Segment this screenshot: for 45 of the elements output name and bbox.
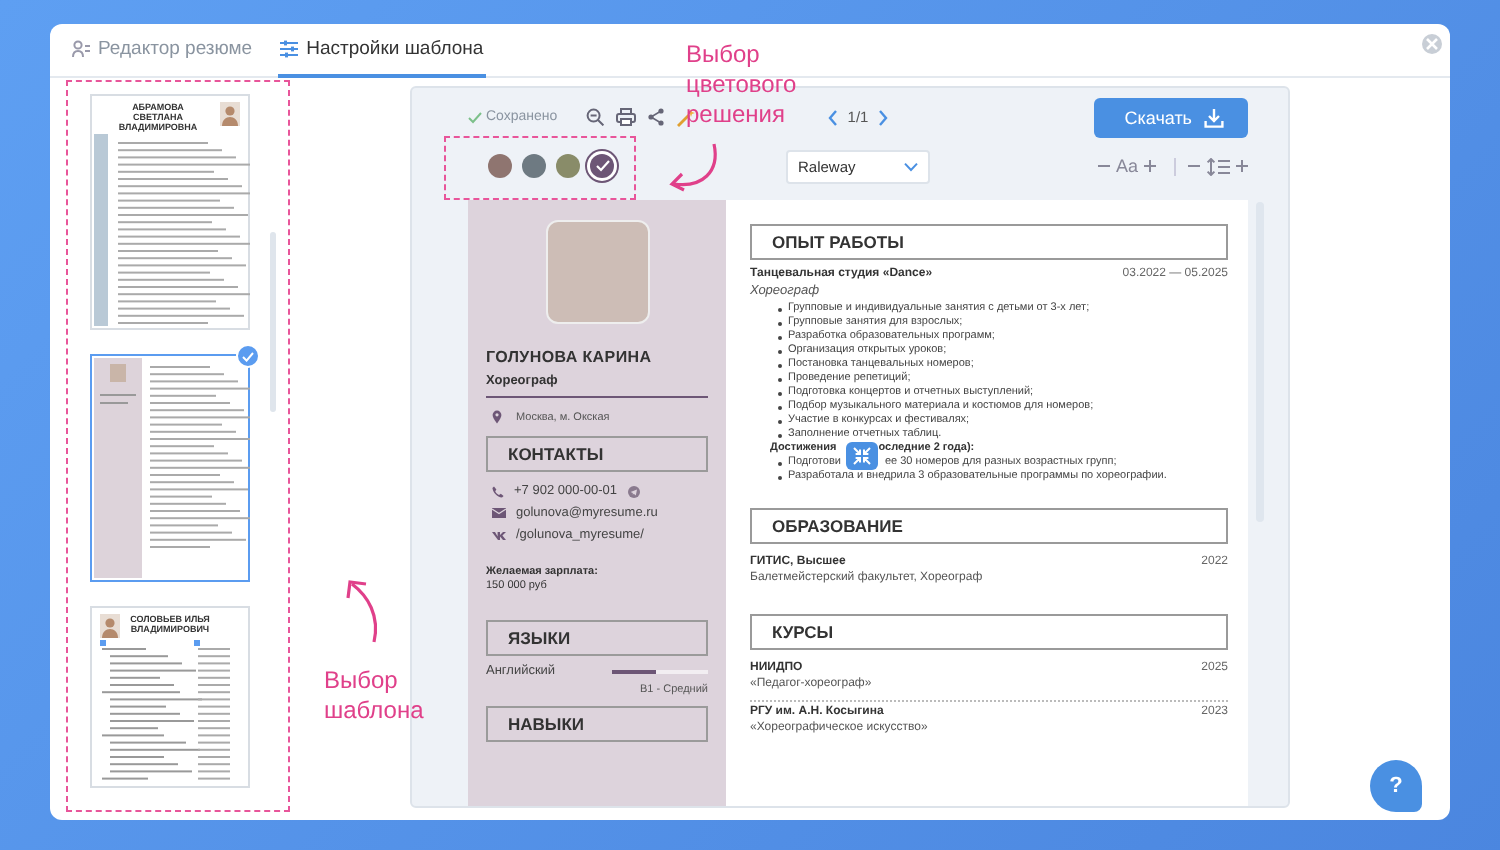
check-icon (595, 160, 609, 172)
chevron-left-icon[interactable] (827, 109, 838, 125)
telegram-icon (627, 485, 640, 497)
close-icon (1426, 38, 1438, 50)
avatar-icon (100, 614, 120, 638)
color-swatch[interactable] (556, 154, 580, 178)
chevron-right-icon[interactable] (878, 109, 889, 125)
scrollbar[interactable] (270, 232, 276, 412)
phone-icon (492, 485, 504, 497)
section-heading: КОНТАКТЫ (486, 436, 708, 472)
zoom-out-icon[interactable] (585, 108, 604, 126)
section-heading: ЯЗЫКИ (486, 620, 708, 656)
annotation-text: Выбор шаблона (324, 666, 426, 726)
color-swatch[interactable] (488, 154, 512, 178)
plus-icon[interactable] (1144, 160, 1156, 172)
person-name: ГОЛУНОВА КАРИНА (486, 348, 654, 366)
collapse-button[interactable] (846, 442, 878, 470)
download-icon (1204, 107, 1224, 127)
avatar-icon (220, 102, 240, 126)
collapse-icon (852, 446, 872, 466)
minus-icon[interactable] (1188, 160, 1200, 172)
color-swatch[interactable] (522, 154, 546, 178)
color-swatch[interactable] (590, 154, 614, 178)
vk-icon (492, 530, 506, 540)
printer-icon[interactable] (615, 108, 636, 126)
check-icon (242, 351, 254, 361)
share-icon[interactable] (647, 108, 664, 126)
section-heading: НАВЫКИ (486, 706, 708, 742)
check-icon (468, 111, 482, 123)
envelope-icon (492, 508, 506, 518)
minus-icon[interactable] (1097, 160, 1110, 172)
font-size-label: Aa (1115, 156, 1138, 176)
sliders-icon (280, 40, 299, 58)
section-heading: ОПЫТ РАБОТЫ (750, 224, 1228, 260)
line-spacing-icon[interactable] (1206, 157, 1230, 175)
section-heading: ОБРАЗОВАНИЕ (750, 508, 1228, 544)
close-button[interactable] (1422, 34, 1442, 54)
location-pin-icon (492, 410, 502, 424)
profile-icon (72, 40, 90, 58)
annotation-text: Выбор цветового решения (686, 40, 797, 130)
plus-icon[interactable] (1236, 160, 1248, 172)
photo-placeholder (545, 220, 649, 324)
tab[interactable]: Настройки шаблона (278, 24, 486, 78)
section-heading: КУРСЫ (750, 614, 1228, 650)
caret-icon (904, 161, 918, 171)
